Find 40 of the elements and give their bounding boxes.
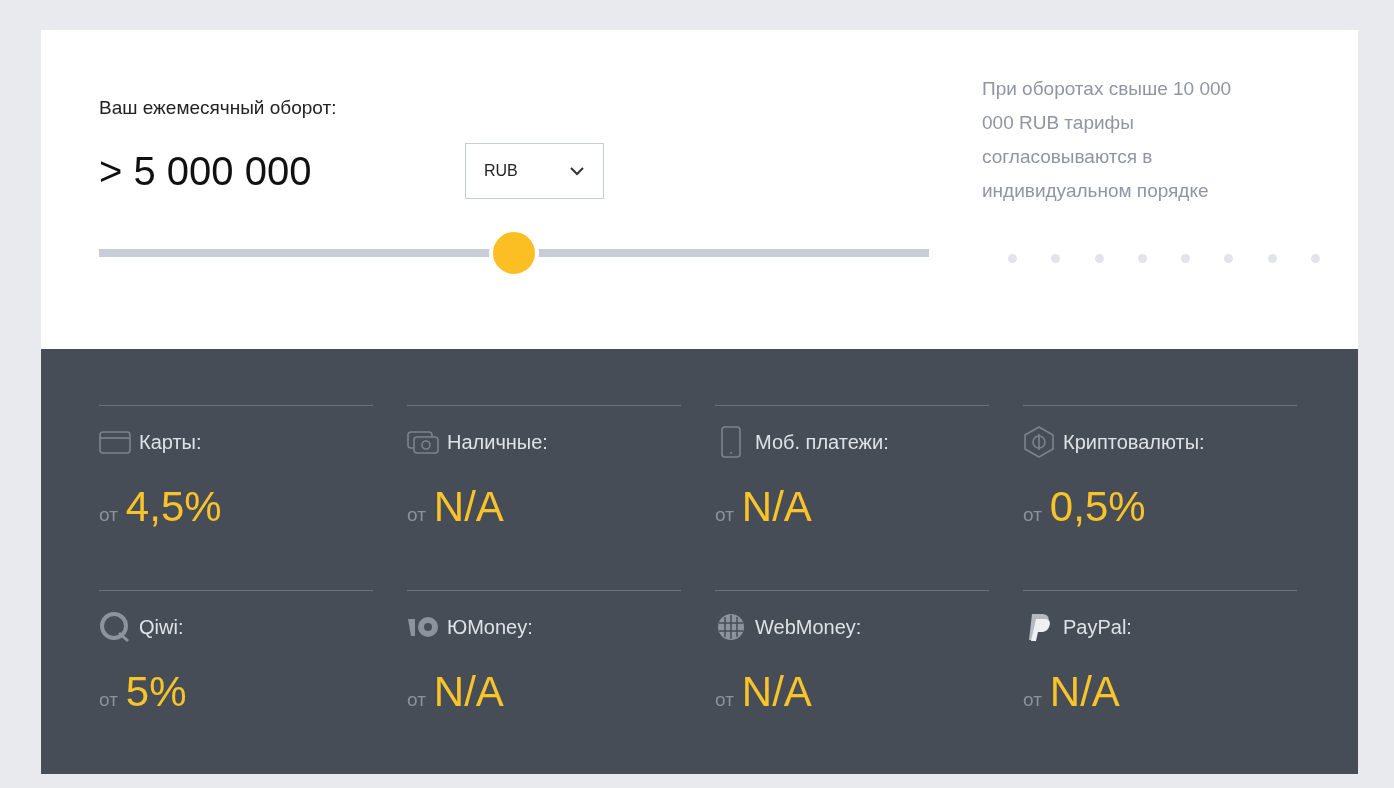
step-dot (1310, 254, 1320, 263)
method-name: PayPal: (1063, 615, 1132, 640)
method-name: Наличные: (447, 430, 548, 455)
rate-value: N/A (1049, 671, 1120, 713)
rate-prefix: от (99, 503, 118, 527)
rate-prefix: от (99, 688, 118, 712)
rate-value: 0,5% (1049, 486, 1146, 528)
rate-prefix: от (407, 688, 426, 712)
step-dot (1181, 254, 1191, 263)
note-text: При оборотах свыше 10 000 000 RUB тарифы согласовываются в индивидуальном порядке (982, 77, 1233, 203)
method-name: Карты: (139, 430, 202, 455)
rate-prefix: от (407, 503, 426, 527)
rate-value: 5% (125, 671, 187, 713)
chevron-icon (569, 165, 585, 176)
step-dot (1051, 254, 1061, 263)
rate-value: N/A (741, 486, 812, 528)
q-logo-icon (99, 611, 131, 643)
currency-dropdown[interactable]: RUB (465, 142, 604, 199)
rate-prefix: от (1023, 688, 1042, 712)
turnover-value: > 5 000 000 (99, 150, 313, 191)
step-dot (1137, 254, 1147, 263)
step-dot (1094, 254, 1104, 263)
globe-icon (715, 611, 747, 643)
rate-value: N/A (433, 671, 504, 713)
method-name: Моб. платежи: (755, 430, 889, 455)
step-dot (1008, 254, 1017, 263)
turnover-label: Ваш ежемесячный оборот: (99, 96, 338, 120)
method-name: Qiwi: (139, 615, 184, 640)
method-name: WebMoney: (755, 615, 862, 640)
method-name: Криптовалюты: (1063, 430, 1205, 455)
rate-prefix: от (1023, 503, 1042, 527)
rate-prefix: от (715, 503, 734, 527)
rate-prefix: от (715, 688, 734, 712)
rate-value: N/A (741, 671, 812, 713)
step-dot (1267, 254, 1277, 263)
coin-hexagon-icon (1023, 426, 1055, 458)
method-name: ЮMoney: (447, 615, 533, 640)
rate-value: 4,5% (125, 486, 222, 528)
rate-value: N/A (433, 486, 504, 528)
step-dot (1224, 254, 1234, 263)
